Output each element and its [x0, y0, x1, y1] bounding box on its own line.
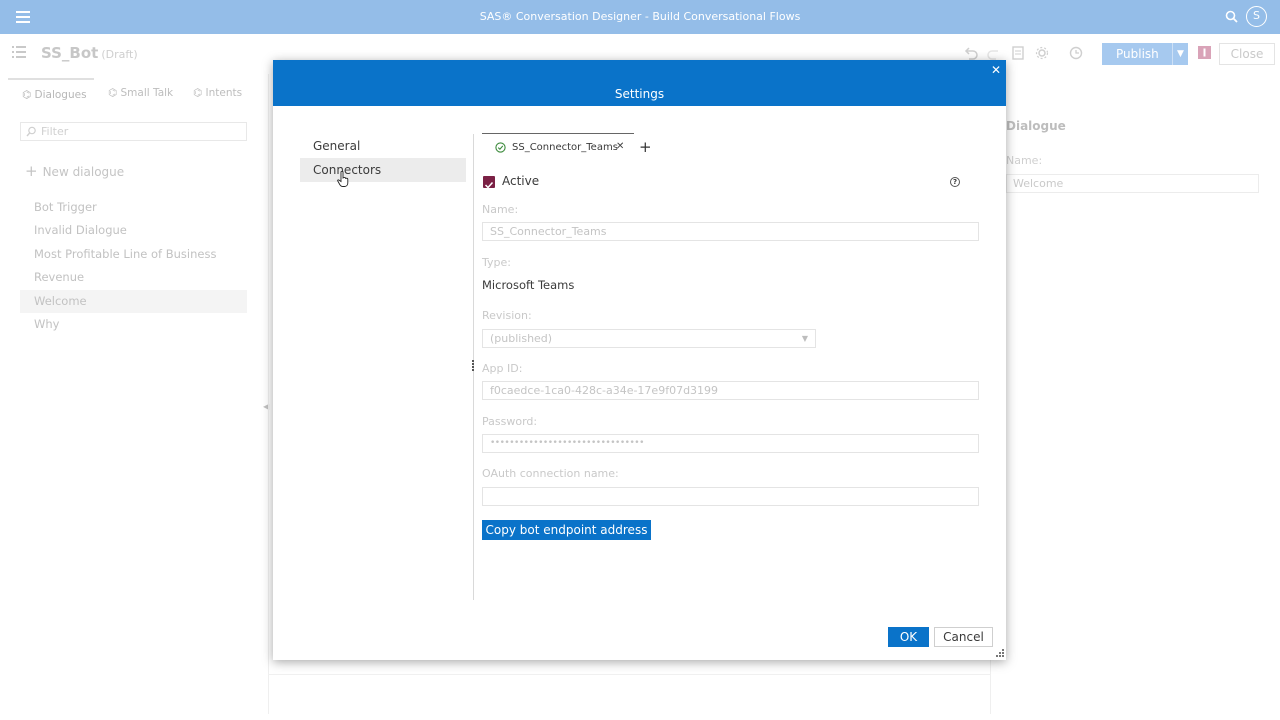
revision-value: (published)	[490, 332, 553, 345]
tab-small-talk[interactable]: ⌬ Small Talk	[108, 78, 173, 108]
password-input[interactable]: ••••••••••••••••••••••••••••••••	[482, 434, 979, 453]
dialogue-name-input[interactable]: Welcome	[1006, 174, 1259, 193]
dialog-title: Settings	[614, 87, 665, 101]
help-icon[interactable]: ?	[950, 177, 960, 187]
active-checkbox[interactable]	[483, 176, 495, 189]
filter-placeholder: Filter	[41, 125, 69, 138]
tab-small-talk-label: Small Talk	[120, 87, 174, 99]
list-icon[interactable]	[12, 46, 26, 58]
list-item[interactable]: Most Profitable Line of Business	[20, 243, 247, 266]
nav-item-general[interactable]: General	[300, 134, 466, 158]
type-value: Microsoft Teams	[482, 278, 575, 292]
tab-intents-label: Intents	[205, 87, 243, 99]
new-dialogue-button[interactable]: + New dialogue	[25, 162, 124, 180]
document-icon[interactable]	[1010, 45, 1026, 61]
nav-item-connectors[interactable]: Connectors	[300, 158, 466, 182]
list-item[interactable]: Invalid Dialogue	[20, 219, 247, 242]
filter-input[interactable]: Filter	[20, 122, 247, 141]
check-circle-icon	[495, 142, 506, 153]
dialogue-list: Bot Trigger Invalid Dialogue Most Profit…	[20, 196, 247, 336]
tab-intents[interactable]: ⌬ Intents	[193, 78, 242, 108]
settings-nav: General Connectors	[300, 134, 466, 182]
password-field-label: Password:	[482, 415, 538, 428]
publish-label: Publish	[1116, 47, 1159, 61]
list-item[interactable]: Revenue	[20, 266, 247, 289]
dialog-header: Settings ✕	[273, 60, 1006, 106]
bot-name: SS_Bot (Draft)	[41, 44, 138, 62]
undo-icon[interactable]	[963, 45, 979, 61]
close-icon[interactable]: ✕	[990, 63, 1002, 77]
app-title: SAS® Conversation Designer - Build Conve…	[479, 10, 801, 23]
search-icon	[26, 126, 36, 137]
bot-name-text: SS_Bot	[41, 44, 99, 62]
bot-status: (Draft)	[101, 48, 138, 61]
tab-connector-teams[interactable]: SS_Connector_Teams ✕	[482, 133, 634, 162]
close-button[interactable]: Close	[1219, 43, 1275, 65]
list-item[interactable]: Welcome	[20, 289, 247, 313]
list-item[interactable]: Why	[20, 313, 247, 336]
checkmark-icon	[484, 181, 494, 189]
redo-icon[interactable]	[986, 45, 1002, 61]
pane-divider[interactable]	[268, 74, 269, 714]
oauth-field-label: OAuth connection name:	[482, 467, 619, 480]
appid-field-label: App ID:	[482, 362, 523, 375]
dropdown-arrow-icon: ▼	[801, 334, 808, 343]
cancel-button[interactable]: Cancel	[934, 627, 993, 647]
gear-icon[interactable]	[1034, 45, 1050, 61]
right-pane: Dialogue Name: Welcome	[1006, 74, 1280, 714]
revision-field-label: Revision:	[482, 309, 532, 322]
oauth-input[interactable]	[482, 487, 979, 506]
divider	[268, 674, 990, 675]
info-badge-icon[interactable]	[1198, 46, 1211, 59]
type-field-label: Type:	[482, 256, 511, 269]
drag-handle-icon[interactable]	[472, 360, 475, 372]
left-pane: ⌬ Dialogues ⌬ Small Talk ⌬ Intents Filte…	[0, 74, 268, 720]
chevron-down-icon[interactable]: ▼	[1172, 43, 1188, 65]
right-pane-title: Dialogue	[1006, 119, 1066, 133]
list-item[interactable]: Bot Trigger	[20, 196, 247, 219]
copy-endpoint-button[interactable]: Copy bot endpoint address	[482, 520, 651, 540]
close-tab-icon[interactable]: ✕	[616, 141, 624, 152]
publish-button[interactable]: Publish ▼	[1102, 43, 1188, 65]
settings-dialog: Settings ✕ General Connectors SS_Connect…	[273, 60, 1006, 660]
app-header: SAS® Conversation Designer - Build Conve…	[0, 0, 1280, 34]
search-icon[interactable]	[1224, 9, 1240, 25]
revision-select[interactable]: (published) ▼	[482, 329, 816, 348]
active-label: Active	[502, 174, 540, 188]
name-label: Name:	[1006, 154, 1043, 167]
mouse-cursor-icon	[337, 171, 349, 187]
connector-tab-label: SS_Connector_Teams	[512, 142, 618, 153]
new-dialogue-label: New dialogue	[42, 165, 125, 179]
pane-divider	[990, 660, 991, 714]
plus-icon: +	[25, 162, 38, 180]
connector-name-input[interactable]: SS_Connector_Teams	[482, 222, 979, 241]
appid-input[interactable]: f0caedce-1ca0-428c-a34e-17e9f07d3199	[482, 381, 979, 400]
name-field-label: Name:	[482, 203, 519, 216]
resize-handle-icon[interactable]	[996, 649, 1004, 657]
history-icon[interactable]	[1068, 45, 1084, 61]
user-avatar[interactable]: S	[1246, 6, 1267, 27]
left-tabs: ⌬ Dialogues ⌬ Small Talk ⌬ Intents	[8, 78, 268, 108]
ok-button[interactable]: OK	[888, 627, 929, 647]
tab-dialogues-label: Dialogues	[34, 89, 87, 101]
add-connector-icon[interactable]: +	[639, 138, 652, 156]
tab-dialogues[interactable]: ⌬ Dialogues	[8, 78, 94, 108]
